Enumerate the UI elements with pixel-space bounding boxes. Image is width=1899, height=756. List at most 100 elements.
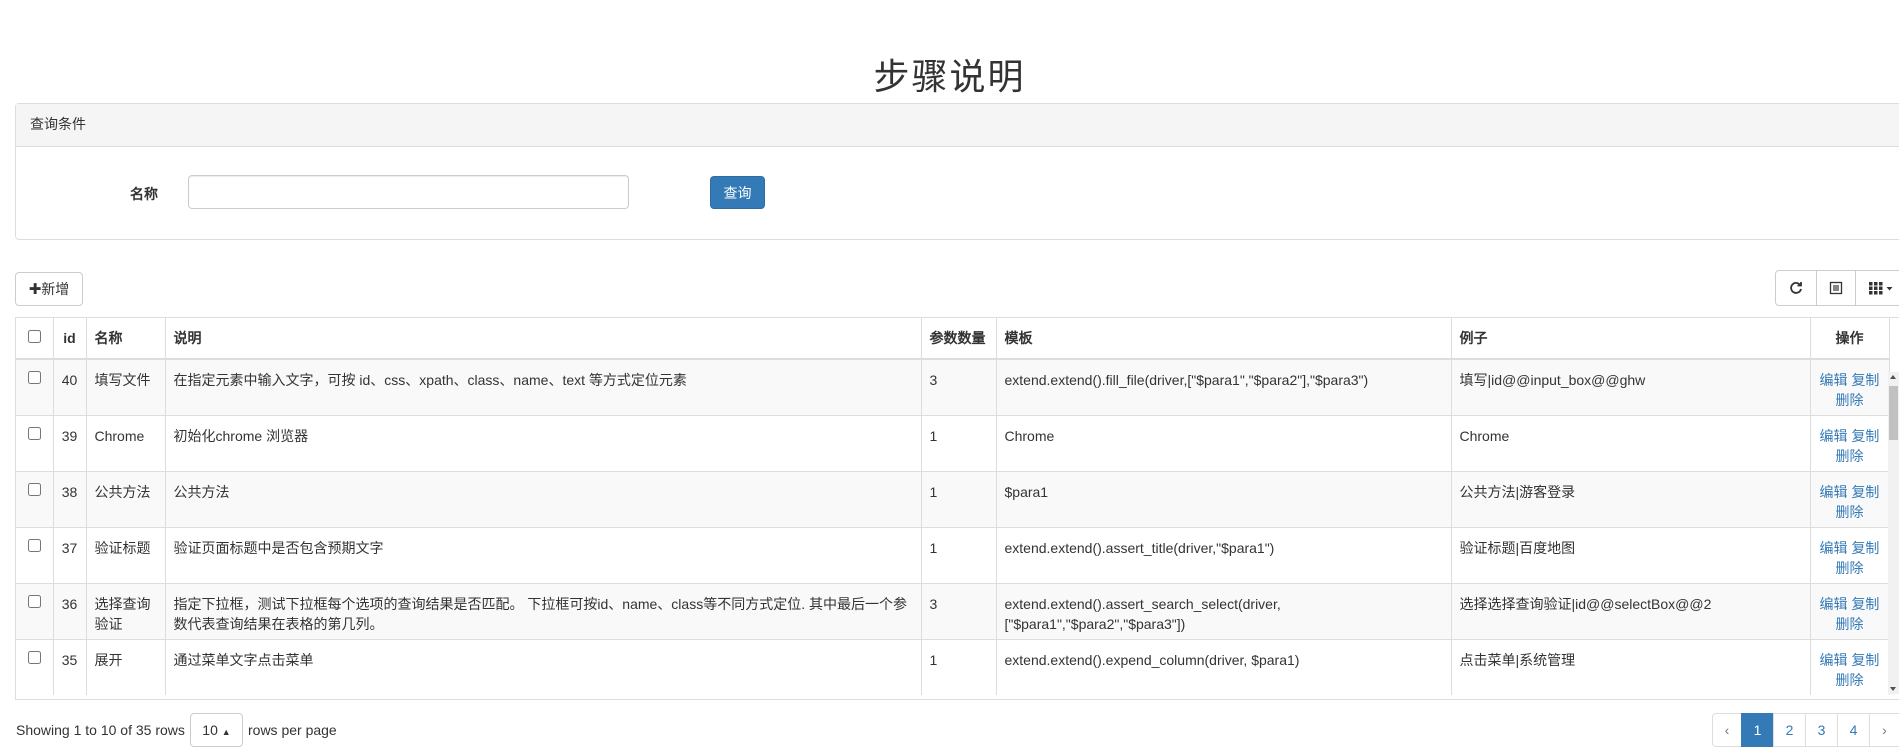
add-button[interactable]: ✚新增 — [15, 272, 83, 306]
row-checkbox[interactable] — [27, 371, 41, 384]
cell-name: 验证标题 — [86, 526, 166, 583]
row-checkbox[interactable] — [27, 594, 41, 608]
table-row: 39 Chrome 初始化chrome 浏览器 1 Chrome Chrome … — [16, 414, 1890, 471]
edit-link[interactable]: 编辑 — [1820, 540, 1848, 556]
edit-link[interactable]: 编辑 — [1820, 484, 1848, 500]
page-button-4[interactable]: 4 — [1837, 713, 1870, 747]
edit-link[interactable]: 编辑 — [1820, 652, 1848, 668]
delete-link[interactable]: 删除 — [1836, 672, 1864, 688]
cell-id: 39 — [53, 414, 87, 471]
refresh-icon — [1790, 282, 1802, 294]
table-row: 35 展开 通过菜单文字点击菜单 1 extend.extend().expen… — [16, 638, 1890, 695]
cell-id: 37 — [53, 526, 87, 583]
delete-link[interactable]: 删除 — [1836, 448, 1864, 464]
plus-icon: ✚ — [28, 280, 42, 298]
table-scrollbar[interactable] — [1888, 372, 1899, 694]
cell-desc: 验证页面标题中是否包含预期文字 — [165, 526, 922, 583]
cell-param-count: 1 — [921, 638, 997, 695]
columns-button[interactable] — [1855, 270, 1899, 306]
cell-param-count: 1 — [921, 470, 997, 527]
edit-link[interactable]: 编辑 — [1820, 372, 1848, 388]
edit-link[interactable]: 编辑 — [1820, 428, 1848, 444]
cell-name: 公共方法 — [86, 470, 166, 527]
cell-template: extend.extend().fill_file(driver,["$para… — [996, 358, 1452, 415]
scroll-thumb[interactable] — [1889, 386, 1898, 440]
col-header-id[interactable]: id — [53, 318, 87, 360]
rows-per-page-label: rows per page — [248, 722, 337, 738]
cell-name: 展开 — [86, 638, 166, 695]
page-title: 步骤说明 — [873, 57, 1026, 98]
row-checkbox[interactable] — [27, 482, 41, 496]
page-size-dropdown[interactable]: 10 ▲ — [190, 713, 243, 747]
prev-page-button[interactable]: ‹ — [1712, 713, 1742, 747]
row-checkbox[interactable] — [27, 650, 41, 664]
cell-template: Chrome — [996, 414, 1452, 471]
cell-ops: 编辑 复制删除 — [1810, 582, 1890, 639]
cell-id: 40 — [53, 358, 87, 415]
col-header-desc[interactable]: 说明 — [165, 318, 922, 360]
caret-up-icon: ▲ — [221, 727, 231, 737]
cell-example: 填写|id@@input_box@@ghw — [1451, 358, 1811, 415]
copy-link[interactable]: 复制 — [1851, 372, 1879, 388]
copy-link[interactable]: 复制 — [1851, 652, 1879, 668]
cell-param-count: 1 — [921, 414, 997, 471]
delete-link[interactable]: 删除 — [1836, 616, 1864, 632]
table-toolbar — [1775, 270, 1899, 306]
cell-ops: 编辑 复制删除 — [1810, 470, 1890, 527]
table-row: 38 公共方法 公共方法 1 $para1 公共方法|游客登录 编辑 复制 删除 — [16, 470, 1890, 527]
cell-template: $para1 — [996, 470, 1452, 527]
cell-ops: 编辑 复制删除 — [1810, 414, 1890, 471]
delete-link[interactable]: 删除 — [1836, 392, 1864, 408]
cell-desc: 指定下拉框，测试下拉框每个选项的查询结果是否匹配。 下拉框可按id、name、c… — [165, 582, 922, 639]
table-row: 37 验证标题 验证页面标题中是否包含预期文字 1 extend.extend(… — [16, 526, 1890, 583]
cell-name: Chrome — [86, 414, 166, 471]
refresh-button[interactable] — [1775, 270, 1817, 306]
page-button-3[interactable]: 3 — [1805, 713, 1838, 747]
scroll-down-icon[interactable] — [1890, 687, 1896, 691]
select-all-checkbox[interactable] — [27, 330, 41, 343]
pagination: ‹ 1 2 3 4 › — [1712, 713, 1899, 747]
cell-desc: 初始化chrome 浏览器 — [165, 414, 922, 471]
cell-example: Chrome — [1451, 414, 1811, 471]
col-header-ops: 操作 — [1810, 318, 1890, 360]
query-button[interactable]: 查询 — [710, 176, 765, 209]
table-row: 40 填写文件 在指定元素中输入文字，可按 id、css、xpath、class… — [16, 358, 1890, 415]
cell-example: 验证标题|百度地图 — [1451, 526, 1811, 583]
cell-template: extend.extend().expend_column(driver, $p… — [996, 638, 1452, 695]
delete-link[interactable]: 删除 — [1836, 560, 1864, 576]
col-header-template[interactable]: 模板 — [996, 318, 1452, 360]
toggle-view-button[interactable] — [1816, 270, 1856, 306]
copy-link[interactable]: 复制 — [1851, 484, 1879, 500]
cell-example: 点击菜单|系统管理 — [1451, 638, 1811, 695]
cell-desc: 公共方法 — [165, 470, 922, 527]
copy-link[interactable]: 复制 — [1851, 428, 1879, 444]
table-header-row: id 名称 说明 参数数量 模板 例子 操作 — [16, 318, 1890, 360]
cell-ops: 编辑 复制删除 — [1810, 526, 1890, 583]
delete-link[interactable]: 删除 — [1836, 504, 1864, 520]
copy-link[interactable]: 复制 — [1851, 540, 1879, 556]
grid-columns-icon — [1868, 282, 1892, 295]
scroll-up-icon[interactable] — [1890, 375, 1896, 379]
list-view-icon — [1829, 281, 1843, 295]
select-all-cell — [16, 318, 54, 360]
cell-desc: 在指定元素中输入文字，可按 id、css、xpath、class、name、te… — [165, 358, 922, 415]
col-header-param-count[interactable]: 参数数量 — [921, 318, 997, 360]
next-page-button[interactable]: › — [1869, 713, 1899, 747]
edit-link[interactable]: 编辑 — [1820, 596, 1848, 612]
row-checkbox[interactable] — [27, 426, 41, 440]
cell-id: 38 — [53, 470, 87, 527]
name-input[interactable] — [188, 175, 629, 209]
page-button-2[interactable]: 2 — [1773, 713, 1806, 747]
cell-param-count: 3 — [921, 358, 997, 415]
name-label: 名称 — [130, 187, 158, 203]
cell-param-count: 1 — [921, 526, 997, 583]
cell-ops: 编辑 复制删除 — [1810, 638, 1890, 695]
copy-link[interactable]: 复制 — [1851, 596, 1879, 612]
showing-rows-text: Showing 1 to 10 of 35 rows — [16, 722, 185, 738]
col-header-name[interactable]: 名称 — [86, 318, 166, 360]
page-button-1[interactable]: 1 — [1741, 713, 1774, 747]
cell-name: 选择查询验证 — [86, 582, 166, 639]
col-header-example[interactable]: 例子 — [1451, 318, 1811, 360]
row-checkbox[interactable] — [27, 538, 41, 552]
add-button-label: 新增 — [41, 282, 70, 298]
